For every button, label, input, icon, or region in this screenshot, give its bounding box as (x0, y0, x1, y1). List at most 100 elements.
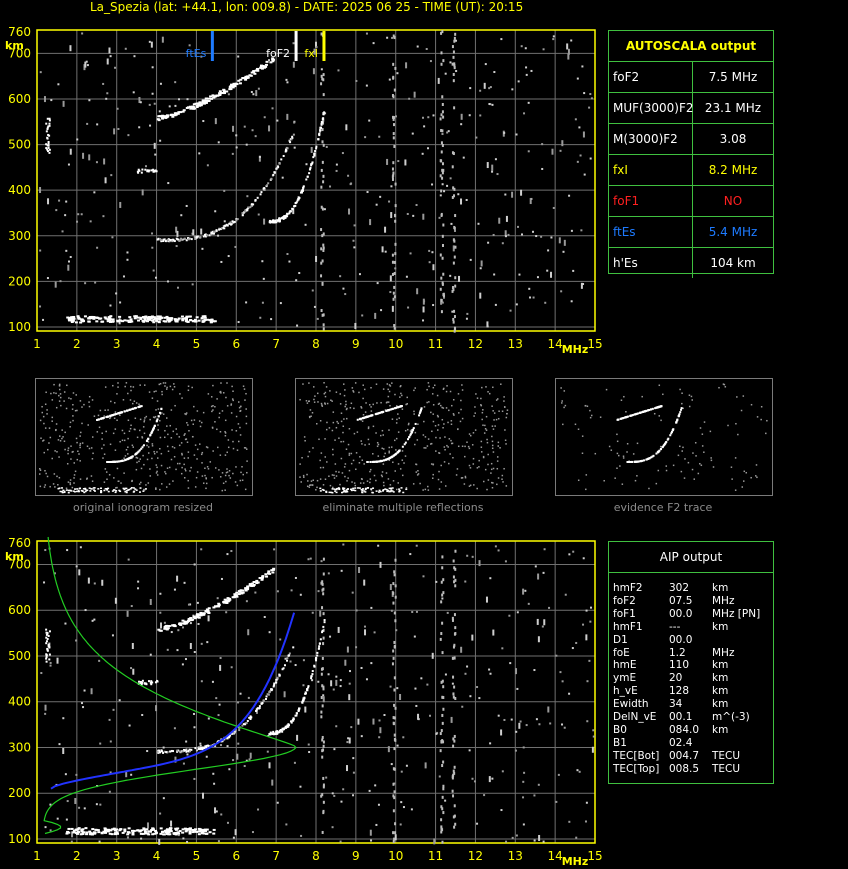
thumb-trace (346, 490, 349, 493)
noise-pixel (78, 806, 81, 809)
thumb-noise (388, 429, 390, 431)
x-trace-pixel (294, 202, 297, 205)
noise-pixel (286, 253, 289, 256)
thumb-noise (461, 417, 464, 420)
thumb-noise (120, 482, 122, 484)
thumb-noise (305, 400, 308, 402)
noise-pixel (543, 548, 546, 551)
f2-trace-pixel (270, 177, 273, 180)
thumb-noise (443, 446, 446, 448)
interference-pixel (322, 327, 325, 331)
thumb-trace (345, 489, 348, 491)
noise-pixel (501, 242, 504, 245)
thumb-noise (480, 451, 483, 453)
thumb-noise (196, 410, 199, 412)
thumb-trace (393, 407, 396, 410)
noise-pixel (64, 773, 67, 776)
thumb-trace (356, 418, 359, 421)
thumb-noise (194, 444, 197, 446)
autoscala-row: foF1 NO (609, 186, 773, 217)
f2-multiple-pixel (179, 111, 183, 114)
noise-pixel (431, 251, 434, 254)
thumb-noise (130, 424, 132, 427)
noise-pixel (311, 611, 314, 614)
x-trace-pixel (313, 152, 316, 155)
x-trace-pixel (291, 208, 294, 211)
thumb-noise (242, 473, 244, 476)
thumb-noise (205, 477, 207, 479)
thumb-noise (245, 415, 248, 418)
interference-pixel (451, 45, 454, 49)
thumb-noise (474, 406, 476, 408)
noise-pixel (146, 822, 149, 829)
x-tick-label: 11 (428, 337, 443, 351)
noise-pixel (159, 611, 162, 614)
x-tick-label: 1 (33, 849, 41, 863)
noise-pixel (466, 665, 469, 668)
thumb-noise (496, 483, 498, 486)
es-trace-pixel (77, 316, 81, 319)
thumb-noise (471, 444, 474, 446)
thumb-noise (347, 477, 349, 479)
noise-pixel (200, 228, 203, 235)
thumb-noise (504, 406, 506, 408)
thumb-noise (40, 437, 42, 439)
thumb-noise (224, 474, 227, 477)
thumb-noise (695, 455, 697, 457)
interference-pixel (322, 592, 325, 596)
thumb-noise (168, 466, 171, 469)
thumb-noise (306, 485, 309, 488)
noise-pixel (159, 812, 162, 815)
thumb-noise (616, 440, 619, 443)
thumb-noise (590, 414, 593, 417)
thumb-noise (86, 445, 89, 448)
interference-pixel (394, 558, 397, 562)
f2-trace-pixel (291, 135, 294, 138)
interference-pixel (452, 288, 455, 292)
thumb-noise (413, 389, 415, 392)
thumb-noise (307, 455, 309, 458)
es-trace-pixel (98, 317, 102, 320)
thumb-noise (225, 480, 227, 483)
noise-pixel (585, 634, 588, 641)
thumb-noise (437, 424, 440, 426)
thumb-trace (371, 491, 374, 494)
noise-pixel (259, 316, 262, 319)
thumb-noise (467, 445, 470, 448)
trace-pixel (156, 680, 159, 683)
thumb-noise (226, 382, 228, 384)
noise-pixel (489, 672, 492, 675)
interference-pixel (441, 555, 444, 559)
thumb-trace (160, 407, 163, 410)
thumb-trace (630, 460, 633, 463)
noise-pixel (537, 636, 540, 643)
thumb-noise (79, 460, 81, 462)
thumb-noise (432, 420, 435, 423)
thumb-noise (735, 422, 737, 425)
es-trace-pixel (84, 827, 88, 830)
thumb-trace (657, 451, 660, 454)
thumb-noise (244, 399, 246, 401)
thumb-noise (382, 434, 384, 436)
noise-pixel (369, 219, 372, 226)
noise-pixel (370, 839, 373, 842)
thumb-noise (469, 484, 472, 487)
thumb-noise (46, 413, 48, 415)
noise-pixel (446, 184, 449, 187)
noise-pixel (527, 602, 530, 605)
thumb-noise (112, 384, 114, 387)
thumb-noise (490, 472, 492, 474)
es-trace-pixel (67, 831, 71, 834)
noise-pixel (126, 836, 129, 839)
x-trace-pixel (269, 732, 272, 735)
thumb-noise (493, 419, 495, 421)
thumb-noise (206, 466, 209, 468)
noise-pixel (231, 152, 234, 155)
noise-pixel (409, 252, 412, 255)
thumb-noise (73, 477, 75, 479)
noise-pixel (214, 210, 217, 213)
noise-pixel (296, 734, 299, 741)
noise-pixel (357, 718, 360, 725)
noise-pixel (460, 123, 463, 126)
thumb-noise (165, 417, 168, 419)
